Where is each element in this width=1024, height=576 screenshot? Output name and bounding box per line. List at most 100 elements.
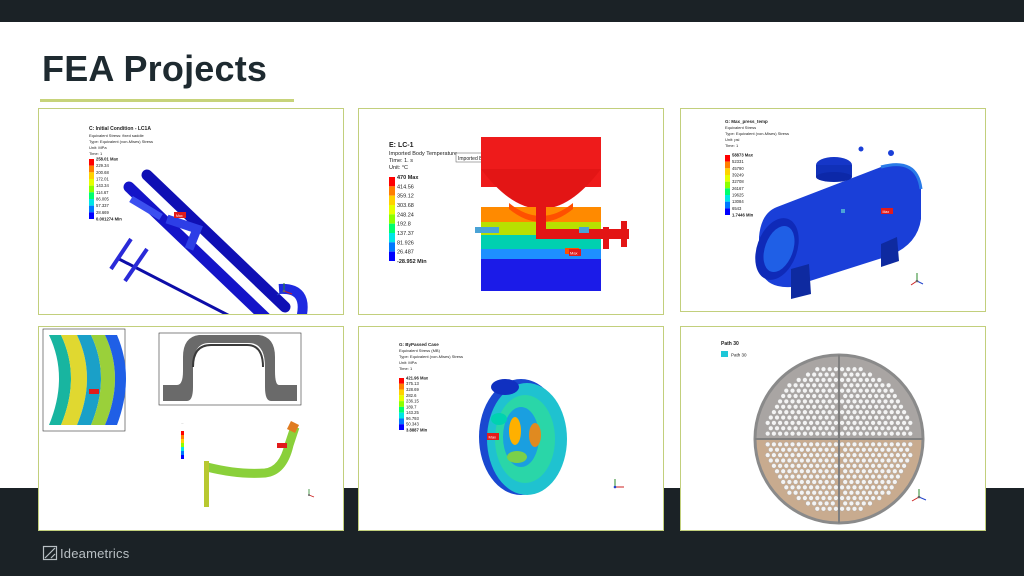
tubesheet-plot: Path 30 Path 30 [721,341,927,525]
scale-tick-label: 6543 [732,206,742,211]
max-marker-label: Max [570,251,578,256]
svg-text:...: ... [181,421,184,425]
plot-info-3: Unit: °C [389,165,408,171]
scale-min-label: 0.001274 Min [96,216,122,221]
disc-model: Max [479,379,567,495]
tubesheet-model [753,353,925,525]
plot-info-1: Imported Body Temperature [389,151,457,157]
bellows-plot: ... [42,328,315,507]
axis-triad [910,273,924,286]
vessel-model: Max [475,137,629,291]
fea-panel-bellows[interactable]: ... [38,326,344,531]
scale-max-label: 258.01 Max [96,156,119,161]
color-scale: 470 Max 414.56 359.12 303.68 248.24 192.8 137.… [389,175,427,265]
scale-tick-label: 26.487 [397,250,414,256]
color-scale: 258.01 Max 229.34 200.68172.01 143.34 114.67… [89,156,122,221]
scale-tick-label: 143.25 [406,410,419,415]
temperature-plot: E: LC-1 Imported Body Temperature Time: … [389,137,629,291]
fea-panel-bypass[interactable]: G: ByPassed Case Equivalent Stress (MB) … [358,326,664,531]
utube-model: Max [109,169,308,314]
scale-tick-label: 96.793 [406,416,419,421]
plot-info-4: Time: 1 [399,366,413,371]
vessel-stress-plot: G: Max_press_temp Equivalent Stress Type… [725,119,924,299]
fea-panel-vessel[interactable]: G: Max_press_temp Equivalent Stress Type… [680,108,986,312]
vessel-model: Max [755,146,923,299]
scale-band [389,233,395,243]
ideametrics-logo-icon [42,545,58,561]
plot-info-2: Time: 1. s [389,158,413,164]
scale-band [399,424,404,430]
fea-panel-temperature[interactable]: E: LC-1 Imported Body Temperature Time: … [358,108,664,315]
plot-info-3: Unit: MPa [399,360,417,365]
scale-tick-label: 28.669 [96,210,109,215]
scale-band [389,242,395,252]
plot-title: G: Max_press_temp [725,119,768,124]
scale-tick-label: 303.68 [397,203,414,209]
scale-tick-label: 359.12 [397,194,414,200]
scale-band [399,401,404,407]
plot-info-3: Unit: psi [725,137,740,142]
scale-band [399,395,404,402]
scale-tick-label: 248.24 [397,212,414,218]
axis-triad [613,479,624,489]
scale-band [399,412,404,419]
scale-band [389,251,395,261]
scale-tick-label: 26167 [732,186,744,191]
scale-tick-label: 189.7 [406,404,417,409]
scale-band [399,378,404,384]
scale-tick-label: 50.343 [406,422,419,427]
scale-band [725,208,730,215]
color-scale: 421.96 Max375.13328.69282.6236.15189.714… [399,375,429,432]
scale-tick-label: 143.34 [96,183,109,188]
scale-max-label: 58873 Max [732,152,754,157]
scale-max-label: 421.96 Max [406,375,429,380]
plot-info-3: Unit: MPa [89,145,107,150]
scale-tick-label: 86.005 [96,196,109,201]
plot-title: C: Initial Condition - LC1A [89,126,151,132]
scale-band [89,179,94,186]
scale-band [389,205,395,215]
scale-band [399,418,404,425]
scale-tick-label: 39249 [732,172,744,177]
scale-tick-label: 45790 [732,166,744,171]
scale-band [89,165,94,173]
axis-triad [911,489,927,502]
scale-min-label: 3.8887 Min [406,427,428,432]
plot-info-1: Equivalent Stress [725,125,756,130]
scale-band [725,188,730,195]
max-marker-label: Max [176,214,183,218]
scale-band [89,159,94,166]
plot-title: Path 30 [721,341,739,347]
scale-bar-mini [181,431,184,459]
scale-band [399,383,404,390]
title-underline [40,99,294,102]
scale-band [725,161,730,169]
plot-info-1: Equivalent Stress: fixed saddle [89,133,144,138]
page-title: FEA Projects [42,48,268,89]
plot-title: E: LC-1 [389,142,414,149]
scale-tick-label: 52331 [732,159,744,164]
scale-tick-label: 172.01 [96,176,109,181]
scale-band [725,168,730,175]
scale-tick-label: 328.69 [406,387,419,392]
scale-band [399,389,404,396]
color-scale: 58873 Max 52331 4579039249 32708 2616719625 1… [725,152,754,217]
fea-panel-tubesheet[interactable]: Path 30 Path 30 [680,326,986,531]
plot-info-4: Time: 1 [89,151,103,156]
scale-band [89,205,94,213]
scale-band [389,186,395,196]
scale-band [725,201,730,209]
scale-band [725,181,730,189]
scale-tick-label: 137.37 [397,231,414,237]
scale-band [89,185,94,193]
max-marker-label: Max [883,210,890,214]
plot-info-2: Type: Equivalent (von-Mises) Stress [399,354,463,359]
scale-tick-label: 414.56 [397,184,414,190]
scale-band [389,214,395,224]
axis-triad [308,489,315,498]
scale-tick-label: 192.8 [397,222,411,228]
fea-panel-utube[interactable]: C: Initial Condition - LC1A Equivalent S… [38,108,344,315]
scale-tick-label: 114.67 [96,190,109,195]
scale-band [89,199,94,206]
bypass-stress-plot: G: ByPassed Case Equivalent Stress (MB) … [399,342,624,495]
